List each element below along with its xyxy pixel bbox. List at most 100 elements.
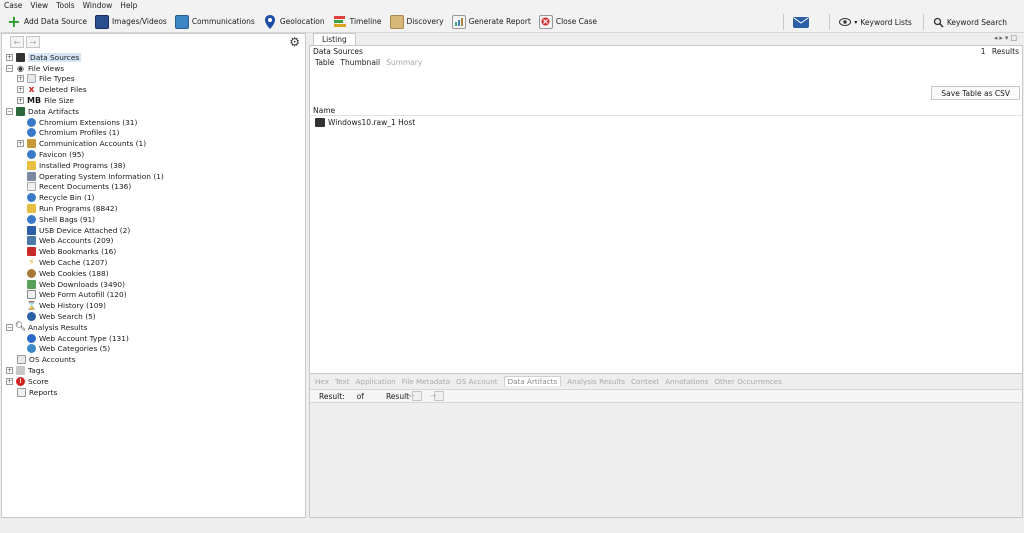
expand-icon[interactable]: + bbox=[6, 53, 13, 61]
tab-annotations[interactable]: Annotations bbox=[665, 377, 708, 386]
tree-label-file-types: File Types bbox=[39, 74, 75, 84]
tree-node-web-categories[interactable]: Web Categories (5) bbox=[2, 344, 305, 355]
tree-node-data-sources[interactable]: + Data Sources bbox=[2, 52, 305, 63]
add-data-source-button[interactable]: + Add Data Source bbox=[4, 12, 90, 32]
tree-node-file-size[interactable]: + MB File Size bbox=[2, 95, 305, 106]
header-divider bbox=[310, 115, 1022, 116]
tree-label-file-size: File Size bbox=[44, 96, 74, 106]
tree-node-data-artifacts[interactable]: − Data Artifacts bbox=[2, 106, 305, 117]
save-table-csv-button[interactable]: Save Table as CSV bbox=[931, 86, 1020, 100]
menu-view[interactable]: View bbox=[30, 1, 48, 10]
tab-os-account[interactable]: OS Account bbox=[456, 377, 498, 386]
menu-help[interactable]: Help bbox=[120, 1, 137, 10]
tree-node-recent-documents[interactable]: Recent Documents (136) bbox=[2, 182, 305, 193]
keyword-search-button[interactable]: Keyword Search bbox=[930, 12, 1010, 32]
accounts-icon bbox=[27, 139, 36, 149]
tab-controls-icon[interactable]: ◂▸▾□ bbox=[994, 34, 1019, 42]
tree-node-deleted-files[interactable]: + x Deleted Files bbox=[2, 84, 305, 95]
tree-node-chromium-extensions[interactable]: Chromium Extensions (31) bbox=[2, 117, 305, 128]
bookmark-icon bbox=[27, 247, 36, 257]
menu-case[interactable]: Case bbox=[4, 1, 22, 10]
expand-icon[interactable]: + bbox=[6, 367, 13, 374]
next-result-button[interactable]: → bbox=[430, 391, 445, 401]
tree-node-installed-programs[interactable]: Installed Programs (38) bbox=[2, 160, 305, 171]
arrow-right-icon: → bbox=[29, 37, 37, 47]
tree-node-reports[interactable]: Reports bbox=[2, 387, 305, 398]
timeline-button[interactable]: Timeline bbox=[330, 12, 385, 32]
table-row[interactable]: Windows10.raw_1 Host bbox=[315, 118, 415, 127]
collapse-icon[interactable]: − bbox=[6, 323, 13, 331]
collapse-icon[interactable]: − bbox=[6, 107, 13, 115]
column-header-name[interactable]: Name bbox=[313, 106, 335, 115]
communications-button[interactable]: Communications bbox=[172, 12, 258, 32]
arrow-right-icon: → bbox=[430, 392, 437, 400]
tree-node-communication-accounts[interactable]: + Communication Accounts (1) bbox=[2, 138, 305, 149]
tab-text[interactable]: Text bbox=[335, 377, 350, 386]
tree-node-chromium-profiles[interactable]: Chromium Profiles (1) bbox=[2, 128, 305, 139]
tree-node-web-cookies[interactable]: Web Cookies (188) bbox=[2, 268, 305, 279]
tree-node-analysis-results[interactable]: − 🔍︎ Analysis Results bbox=[2, 322, 305, 333]
tab-thumbnail[interactable]: Thumbnail bbox=[340, 58, 380, 67]
tree-node-web-bookmarks[interactable]: Web Bookmarks (16) bbox=[2, 246, 305, 257]
expand-icon[interactable]: + bbox=[17, 86, 24, 94]
tab-hex[interactable]: Hex bbox=[315, 377, 329, 386]
tree-node-recycle-bin[interactable]: Recycle Bin (1) bbox=[2, 192, 305, 203]
tab-application[interactable]: Application bbox=[356, 377, 396, 386]
expand-icon[interactable]: + bbox=[17, 140, 24, 148]
tree-node-web-account-type[interactable]: Web Account Type (131) bbox=[2, 333, 305, 344]
tree-node-web-history[interactable]: ⌛ Web History (109) bbox=[2, 300, 305, 311]
collapse-icon[interactable]: − bbox=[6, 64, 13, 72]
tree-label: Chromium Profiles (1) bbox=[39, 128, 120, 138]
back-button[interactable]: ← bbox=[10, 36, 24, 48]
keyword-lists-button[interactable]: ▾ Keyword Lists bbox=[836, 12, 914, 32]
menu-tools[interactable]: Tools bbox=[56, 1, 74, 10]
images-videos-button[interactable]: Images/Videos bbox=[92, 12, 170, 32]
discovery-button[interactable]: Discovery bbox=[387, 12, 447, 32]
report-icon bbox=[451, 14, 466, 29]
tree-node-web-search[interactable]: Web Search (5) bbox=[2, 311, 305, 322]
result-nav-bar: Result: of Result ← → bbox=[310, 389, 1022, 403]
menu-window[interactable]: Window bbox=[83, 1, 113, 10]
tree-label: Recycle Bin (1) bbox=[39, 193, 95, 203]
tab-summary[interactable]: Summary bbox=[386, 58, 422, 67]
tree-node-file-types[interactable]: + File Types bbox=[2, 74, 305, 85]
generate-report-button[interactable]: Generate Report bbox=[449, 12, 534, 32]
tab-analysis-results[interactable]: Analysis Results bbox=[567, 377, 625, 386]
reports-icon bbox=[17, 387, 26, 397]
expand-icon[interactable]: + bbox=[6, 377, 13, 385]
tree-node-os-accounts[interactable]: OS Accounts bbox=[2, 354, 305, 365]
tab-listing[interactable]: Listing bbox=[313, 33, 356, 45]
tab-context[interactable]: Context bbox=[631, 377, 659, 386]
forward-button[interactable]: → bbox=[26, 36, 40, 48]
tree-node-web-downloads[interactable]: Web Downloads (3490) bbox=[2, 279, 305, 290]
tree-label-data-artifacts: Data Artifacts bbox=[28, 106, 79, 116]
tree-node-os-information[interactable]: Operating System Information (1) bbox=[2, 171, 305, 182]
tree-node-web-accounts[interactable]: Web Accounts (209) bbox=[2, 236, 305, 247]
form-icon bbox=[27, 290, 36, 300]
tree-node-web-cache[interactable]: ⚡ Web Cache (1207) bbox=[2, 257, 305, 268]
tree-node-tags[interactable]: + Tags bbox=[2, 365, 305, 376]
tree-node-score[interactable]: + ! Score bbox=[2, 376, 305, 387]
geolocation-label: Geolocation bbox=[279, 17, 325, 26]
prev-result-button[interactable]: ← bbox=[408, 391, 423, 401]
expand-icon[interactable]: + bbox=[17, 75, 24, 83]
tree-node-web-form-autofill[interactable]: Web Form Autofill (120) bbox=[2, 290, 305, 301]
tree-node-shell-bags[interactable]: Shell Bags (91) bbox=[2, 214, 305, 225]
tree-node-favicon[interactable]: Favicon (95) bbox=[2, 149, 305, 160]
tab-table[interactable]: Table bbox=[315, 58, 334, 67]
expand-icon[interactable]: + bbox=[17, 97, 24, 105]
os-accounts-icon bbox=[17, 355, 26, 365]
tree-node-file-views[interactable]: − ◉ File Views bbox=[2, 63, 305, 74]
tab-file-metadata[interactable]: File Metadata bbox=[402, 377, 450, 386]
computer-icon bbox=[27, 171, 36, 181]
tree-label: Web Search (5) bbox=[39, 312, 96, 322]
gear-icon[interactable]: ⚙ bbox=[289, 35, 300, 49]
tab-data-artifacts[interactable]: Data Artifacts bbox=[503, 376, 562, 386]
map-pin-icon bbox=[263, 14, 277, 29]
close-case-button[interactable]: Close Case bbox=[536, 12, 600, 32]
tab-other-occurrences[interactable]: Other Occurrences bbox=[714, 377, 782, 386]
tree-node-run-programs[interactable]: Run Programs (8842) bbox=[2, 203, 305, 214]
tree-node-usb-device[interactable]: USB Device Attached (2) bbox=[2, 225, 305, 236]
geolocation-button[interactable]: Geolocation bbox=[260, 12, 328, 32]
email-button[interactable] bbox=[790, 12, 815, 32]
